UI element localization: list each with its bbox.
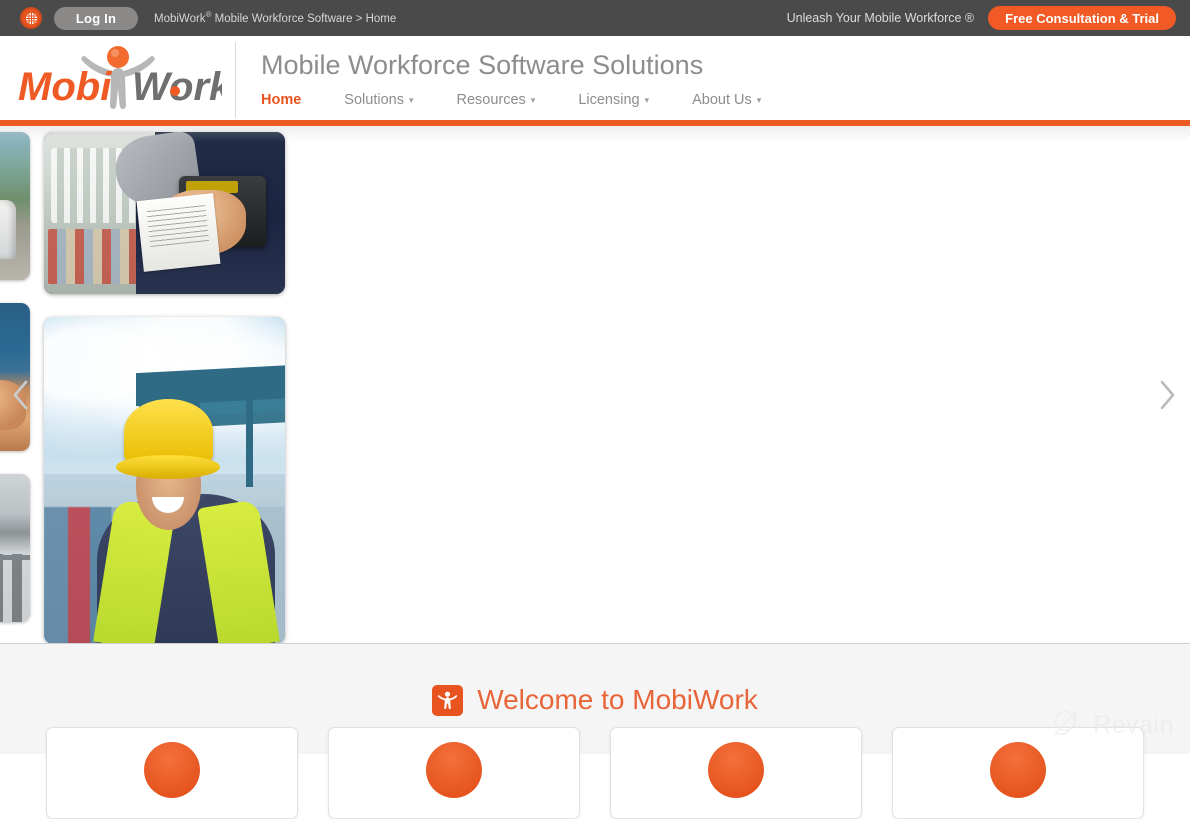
nav-item-solutions-label: Solutions [344, 92, 404, 109]
chevron-down-icon: ▾ [756, 95, 762, 106]
nav-item-licensing-label: Licensing [578, 92, 640, 109]
nav-item-licensing[interactable]: Licensing ▾ [578, 93, 649, 108]
carousel-prev-button[interactable] [6, 373, 36, 417]
main-navigation: Home Solutions ▾ Resources ▾ Licensing ▾ Ab… [261, 93, 1190, 108]
feature-card-4[interactable] [892, 727, 1144, 819]
nav-item-resources-label: Resources [456, 92, 526, 109]
chevron-right-icon [1160, 380, 1175, 410]
welcome-heading: Welcome to MobiWork [432, 684, 758, 716]
slide-technician-scanner[interactable] [44, 132, 285, 294]
mobiwork-person-icon [432, 684, 464, 716]
svg-text:Mobi: Mobi [18, 65, 112, 109]
nav-item-about-us[interactable]: About Us ▾ [692, 93, 761, 108]
circle-feature-icon-3 [708, 742, 764, 798]
chevron-down-icon: ▾ [530, 95, 536, 106]
breadcrumb-brand: MobiWork [154, 12, 206, 25]
nav-item-resources[interactable]: Resources ▾ [456, 93, 535, 108]
feature-card-2[interactable] [328, 727, 580, 819]
tagline: Unleash Your Mobile Workforce ® [786, 11, 975, 25]
thumbnail-warehouse-shelves[interactable] [0, 474, 30, 622]
slide-port-worker-hardhat-image [44, 317, 285, 643]
carousel-slides [44, 132, 285, 643]
nav-item-home-label: Home [261, 92, 302, 109]
hero-carousel [0, 126, 1190, 643]
chevron-left-icon [13, 380, 28, 410]
page-title: Mobile Workforce Software Solutions [261, 50, 704, 81]
slide-port-worker-hardhat[interactable] [44, 317, 285, 643]
top-utility-bar: Log In MobiWork® Mobile Workforce Softwa… [0, 0, 1190, 36]
feature-card-3[interactable] [610, 727, 862, 819]
chevron-down-icon: ▾ [644, 95, 650, 106]
top-utility-bar-right: Unleash Your Mobile Workforce ® Free Con… [787, 6, 1176, 30]
nav-item-about-us-label: About Us [692, 92, 752, 109]
nav-item-home[interactable]: Home [261, 93, 301, 108]
free-consultation-trial-button[interactable]: Free Consultation & Trial [988, 6, 1176, 30]
header-content: Mobile Workforce Software Solutions Home… [236, 36, 1190, 120]
circle-feature-icon-2 [426, 742, 482, 798]
welcome-title: Welcome to MobiWork [477, 684, 758, 715]
chevron-down-icon: ▾ [408, 95, 414, 106]
thumbnail-delivery-truck[interactable] [0, 132, 30, 280]
thumbnail-delivery-truck-image [0, 132, 30, 280]
carousel-next-button[interactable] [1152, 373, 1182, 417]
breadcrumb: MobiWork® Mobile Workforce Software > Ho… [154, 10, 397, 25]
logo[interactable]: Mobi Work [0, 36, 236, 120]
feature-card-1[interactable] [46, 727, 298, 819]
thumbnail-warehouse-shelves-image [0, 474, 30, 622]
breadcrumb-path: Mobile Workforce Software > Home [211, 12, 397, 25]
nav-item-solutions[interactable]: Solutions ▾ [344, 93, 413, 108]
circle-feature-icon-4 [990, 742, 1046, 798]
site-header: Mobi Work Mobile Workforce Software Solu… [0, 36, 1190, 120]
circle-feature-icon-1 [144, 742, 200, 798]
slide-technician-scanner-image [44, 132, 285, 294]
login-button[interactable]: Log In [54, 6, 138, 30]
globe-icon[interactable] [20, 7, 42, 29]
